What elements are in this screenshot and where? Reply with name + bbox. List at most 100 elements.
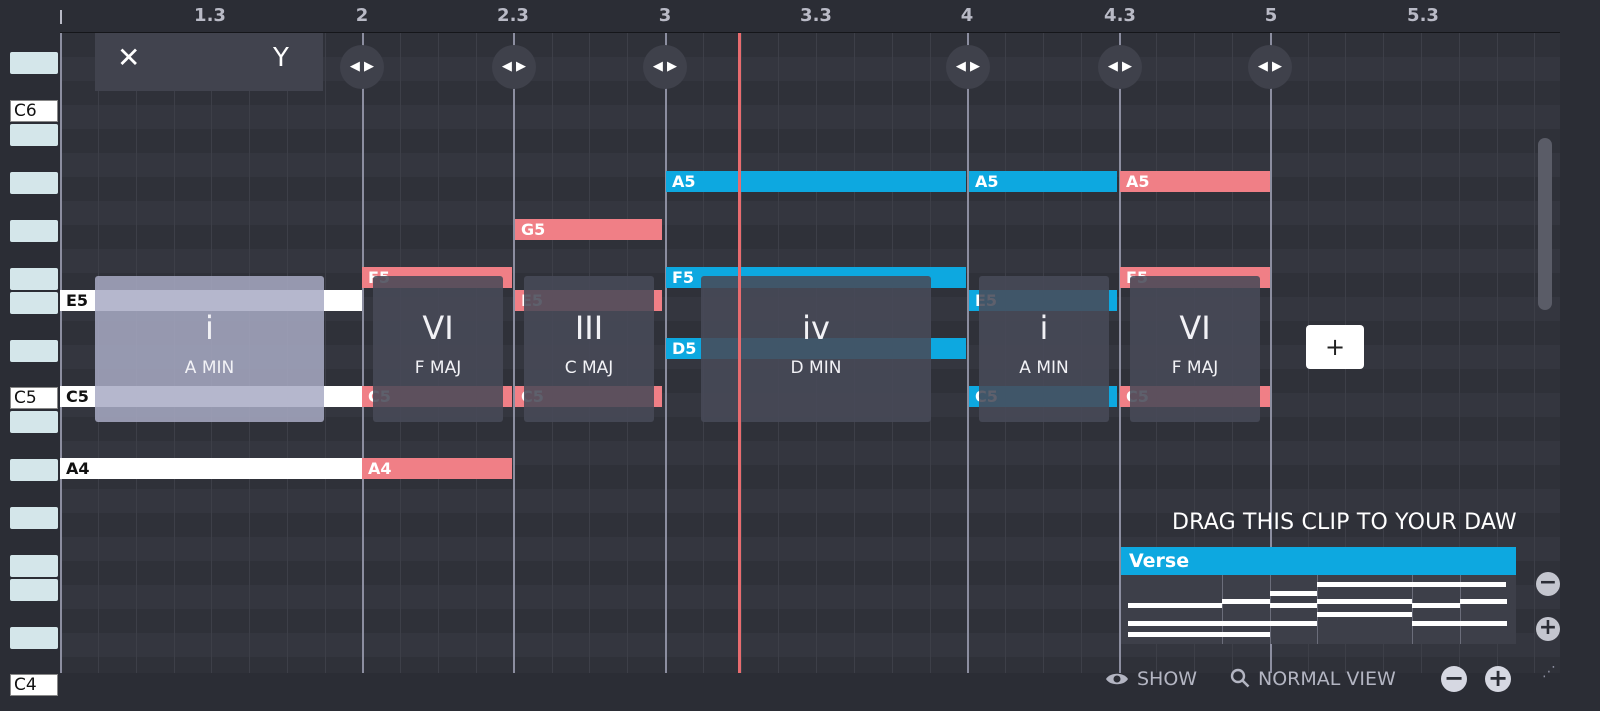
chord-name: A MIN <box>184 358 235 378</box>
vertical-zoom-in-icon[interactable]: + <box>1536 617 1560 641</box>
clip-mini-note <box>1317 582 1506 587</box>
clip-mini-note <box>1222 621 1270 626</box>
piano-key[interactable] <box>10 268 58 290</box>
midi-note[interactable]: A4 <box>362 458 512 479</box>
piano-key[interactable] <box>10 124 58 146</box>
fork-icon[interactable]: Y <box>273 43 289 73</box>
draggable-clip[interactable]: Verse <box>1121 547 1516 644</box>
note-lane <box>60 105 1560 129</box>
clip-mini-note <box>1128 621 1222 626</box>
piano-roll-editor: 1.3 2 2.3 3 3.3 4 4.3 5 5.3 C6 C5 C4 ✕ Y… <box>0 0 1600 711</box>
midi-note[interactable]: G5 <box>515 219 662 240</box>
chord-resize-handle[interactable]: ◀ ▶ <box>492 45 536 89</box>
piano-key[interactable] <box>10 172 58 194</box>
midi-note[interactable]: A5 <box>1120 171 1270 192</box>
clip-bar-separator <box>1270 575 1271 644</box>
chord-name: F MAJ <box>1171 358 1219 378</box>
piano-key[interactable] <box>10 411 58 433</box>
chord-resize-handle[interactable]: ◀ ▶ <box>1248 45 1292 89</box>
clip-mini-note <box>1128 603 1222 608</box>
chord-numeral: VI <box>1179 309 1211 347</box>
chord-name: D MIN <box>790 358 842 378</box>
octave-label-c5[interactable]: C5 <box>10 387 58 409</box>
chord-resize-handle[interactable]: ◀ ▶ <box>1098 45 1142 89</box>
clip-mini-note <box>1222 599 1270 604</box>
octave-label-c4[interactable]: C4 <box>10 674 58 696</box>
piano-key[interactable] <box>10 220 58 242</box>
vertical-scrollbar[interactable] <box>1538 138 1552 310</box>
clip-mini-note <box>1412 621 1460 626</box>
timeline-ruler[interactable]: 1.3 2 2.3 3 3.3 4 4.3 5 5.3 <box>60 0 1560 34</box>
piano-key[interactable] <box>10 507 58 529</box>
ruler-tick-label: 3.3 <box>800 5 832 26</box>
piano-key[interactable] <box>10 459 58 481</box>
clip-mini-note <box>1270 591 1317 596</box>
view-mode-toggle[interactable]: NORMAL VIEW <box>1230 668 1396 690</box>
clip-mini-note <box>1270 603 1317 608</box>
chord-block[interactable]: i A MIN <box>979 276 1109 422</box>
clip-mini-note <box>1270 621 1317 626</box>
beat-line <box>325 33 326 673</box>
note-lane <box>60 225 1560 249</box>
chord-numeral: i <box>1039 309 1049 347</box>
midi-note[interactable]: A4 <box>60 458 362 479</box>
clip-mini-note <box>1412 603 1460 608</box>
bar-line <box>513 33 515 673</box>
eye-icon <box>1106 673 1128 685</box>
piano-key[interactable] <box>10 292 58 314</box>
clip-mini-note <box>1460 621 1507 626</box>
show-label: SHOW <box>1137 668 1198 690</box>
piano-key[interactable] <box>10 340 58 362</box>
beat-line <box>1534 33 1535 673</box>
close-icon[interactable]: ✕ <box>117 41 140 74</box>
chord-block[interactable]: iv D MIN <box>701 276 931 422</box>
chord-name: A MIN <box>1019 358 1069 378</box>
chord-toolbar: ✕ Y <box>95 33 323 91</box>
ruler-tick-label: 2 <box>355 5 369 26</box>
midi-note[interactable]: A5 <box>666 171 966 192</box>
bar-line <box>967 33 969 673</box>
vertical-zoom-out-icon[interactable]: − <box>1536 572 1560 596</box>
piano-key[interactable] <box>10 579 58 601</box>
note-lane <box>60 201 1560 225</box>
resize-grip-icon[interactable]: ⋰ <box>1542 664 1556 680</box>
chord-resize-handle[interactable]: ◀ ▶ <box>946 45 990 89</box>
chord-resize-handle[interactable]: ◀ ▶ <box>643 45 687 89</box>
chord-block[interactable]: i A MIN <box>95 276 324 422</box>
chord-name: C MAJ <box>564 358 614 378</box>
show-toggle[interactable]: SHOW <box>1105 668 1197 690</box>
octave-label-c6[interactable]: C6 <box>10 100 58 122</box>
note-lane <box>60 129 1560 153</box>
ruler-tick-label: 2.3 <box>497 5 529 26</box>
chord-numeral: III <box>574 309 604 347</box>
clip-name: Verse <box>1121 547 1516 575</box>
footer-bar: SHOW NORMAL VIEW − + ⋰ <box>60 660 1600 711</box>
chord-block[interactable]: VI F MAJ <box>373 276 503 422</box>
ruler-tick-label: 5.3 <box>1407 5 1439 26</box>
clip-mini-note <box>1460 599 1507 604</box>
ruler-tick-label: 3 <box>658 5 672 26</box>
chord-numeral: VI <box>422 309 454 347</box>
piano-key[interactable] <box>10 52 58 74</box>
chord-block[interactable]: VI F MAJ <box>1130 276 1260 422</box>
chord-resize-handle[interactable]: ◀ ▶ <box>340 45 384 89</box>
ruler-tick-label: 4 <box>960 5 974 26</box>
add-chord-button[interactable]: + <box>1306 325 1364 369</box>
ruler-tick-label: 1.3 <box>194 5 226 26</box>
search-icon <box>1230 668 1250 688</box>
ruler-tick-label: 5 <box>1264 5 1278 26</box>
piano-keyboard: C6 C5 C4 <box>0 0 60 711</box>
clip-mini-note <box>1317 612 1412 617</box>
clip-mini-note <box>1317 599 1412 604</box>
zoom-in-icon[interactable]: + <box>1485 666 1511 692</box>
piano-key[interactable] <box>10 627 58 649</box>
chord-numeral: i <box>205 309 214 347</box>
midi-note[interactable]: A5 <box>969 171 1117 192</box>
zoom-out-icon[interactable]: − <box>1441 666 1467 692</box>
playhead[interactable] <box>738 33 741 673</box>
chord-numeral: iv <box>802 309 830 347</box>
chord-block[interactable]: III C MAJ <box>524 276 654 422</box>
clip-preview <box>1121 575 1516 644</box>
chord-name: F MAJ <box>414 358 462 378</box>
piano-key[interactable] <box>10 555 58 577</box>
